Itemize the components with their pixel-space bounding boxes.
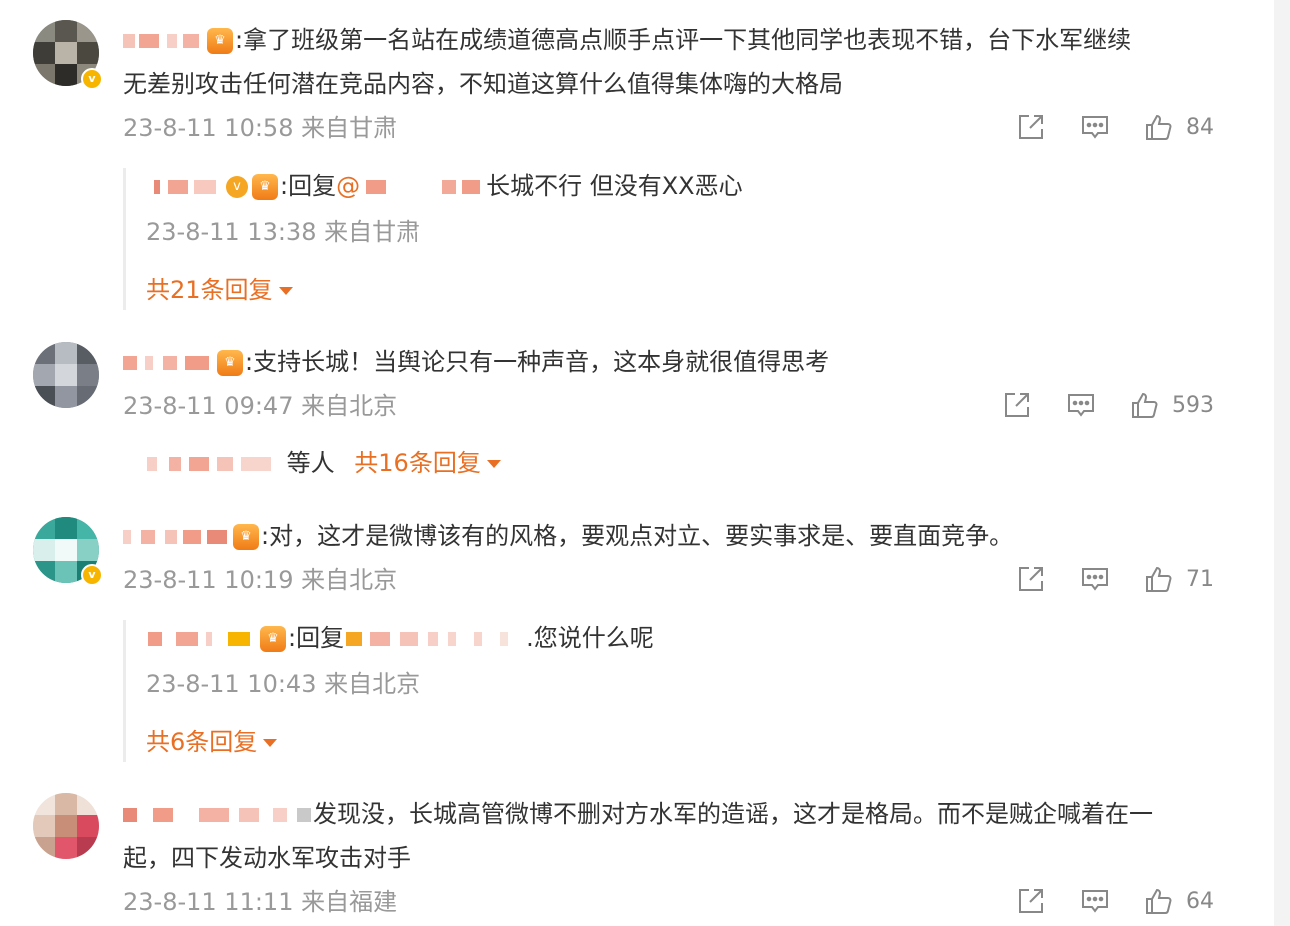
comment-body: ♛:拿了班级第一名站在成绩道德高点顺手点评一下其他同学也表现不错，台下水军继续 … xyxy=(123,18,1243,106)
reply-prefix: :回复 xyxy=(288,624,345,652)
comment-body: ♛:对，这才是微博该有的风格，要观点对立、要实事求是、要直面竞争。 xyxy=(123,514,1243,558)
vip-crown-icon: ♛ xyxy=(217,350,243,376)
comment-icon[interactable] xyxy=(1080,564,1110,594)
reply-text: 长城不行 但没有XX恶心 xyxy=(486,172,743,200)
vip-crown-icon: ♛ xyxy=(252,174,278,200)
avatar[interactable] xyxy=(33,793,99,859)
avatar[interactable] xyxy=(33,342,99,408)
vip-crown-icon: ♛ xyxy=(260,626,286,652)
comment-body: 发现没，长城高管微博不删对方水军的造谣，这才是格局。而不是贼企喊着在一 起，四下… xyxy=(123,792,1243,880)
vip-crown-icon: ♛ xyxy=(233,524,259,550)
username-blurred[interactable] xyxy=(147,453,279,475)
verified-badge-icon: v xyxy=(81,564,103,586)
username-blurred[interactable] xyxy=(146,176,220,198)
more-replies-label: 共21条回复 xyxy=(146,276,273,304)
like-icon[interactable] xyxy=(1144,112,1174,142)
comment-actions: 71 xyxy=(1016,564,1214,594)
like-icon[interactable] xyxy=(1144,564,1174,594)
verified-badge-icon: v xyxy=(226,176,248,198)
like-icon[interactable] xyxy=(1144,886,1174,916)
chevron-down-icon xyxy=(486,460,501,468)
chevron-down-icon xyxy=(263,739,278,747)
comment-actions: 84 xyxy=(1016,112,1214,142)
comment-meta: 23-8-11 09:47 来自北京 xyxy=(123,392,398,420)
mention-blurred[interactable] xyxy=(360,176,486,198)
comment-actions: 64 xyxy=(1016,886,1214,916)
reply-summary: 等人 共16条回复 xyxy=(147,448,501,478)
like-count: 593 xyxy=(1172,392,1214,418)
reply-prefix: :回复 xyxy=(280,172,337,200)
reply-line: ♛:回复 .您说什么呢 xyxy=(146,623,1233,653)
reply-meta: 23-8-11 10:43 来自北京 xyxy=(146,670,421,698)
mention-blurred[interactable] xyxy=(344,628,526,650)
more-replies-label: 共6条回复 xyxy=(146,728,258,756)
vip-crown-icon: ♛ xyxy=(207,28,233,54)
comment-text: :支持长城！当舆论只有一种声音，这本身就很值得思考 xyxy=(245,348,830,376)
username-blurred[interactable] xyxy=(123,30,203,52)
share-icon[interactable] xyxy=(1016,886,1046,916)
comment-icon[interactable] xyxy=(1080,886,1110,916)
more-replies-link[interactable]: 共6条回复 xyxy=(146,727,1233,757)
more-replies-label: 共16条回复 xyxy=(354,449,481,477)
reply-box: v ♛:回复@ 长城不行 但没有XX恶心 23-8-11 13:38 来自甘肃 共… xyxy=(123,168,1233,310)
share-icon[interactable] xyxy=(1002,390,1032,420)
summary-suffix: 等人 xyxy=(286,449,335,477)
comment-actions: 593 xyxy=(1002,390,1214,420)
reply-meta: 23-8-11 13:38 来自甘肃 xyxy=(146,218,421,246)
comment-body: ♛:支持长城！当舆论只有一种声音，这本身就很值得思考 xyxy=(123,340,1243,384)
comment-text: :拿了班级第一名站在成绩道德高点顺手点评一下其他同学也表现不错，台下水军继续 xyxy=(235,26,1132,54)
username-blurred[interactable] xyxy=(123,352,213,374)
reply-line: v ♛:回复@ 长城不行 但没有XX恶心 xyxy=(146,171,1233,201)
like-icon[interactable] xyxy=(1130,390,1160,420)
verified-badge-icon: v xyxy=(81,68,103,90)
comment-meta: 23-8-11 10:58 来自甘肃 xyxy=(123,114,398,142)
like-count: 84 xyxy=(1186,114,1214,140)
comment-text: :对，这才是微博该有的风格，要观点对立、要实事求是、要直面竞争。 xyxy=(261,522,1014,550)
share-icon[interactable] xyxy=(1016,564,1046,594)
chevron-down-icon xyxy=(278,287,293,295)
more-replies-link[interactable]: 共16条回复 xyxy=(354,449,501,477)
comment-icon[interactable] xyxy=(1080,112,1110,142)
comment-meta: 23-8-11 11:11 来自福建 xyxy=(123,888,398,916)
comment-text-cont: 无差别攻击任何潜在竞品内容，不知道这算什么值得集体嗨的大格局 xyxy=(123,70,843,98)
comment-text: 发现没，长城高管微博不删对方水军的造谣，这才是格局。而不是贼企喊着在一 xyxy=(313,800,1153,828)
comment-meta: 23-8-11 10:19 来自北京 xyxy=(123,566,398,594)
scrollbar-track[interactable] xyxy=(1274,0,1290,926)
comment-text-cont: 起，四下发动水军攻击对手 xyxy=(123,844,411,872)
username-blurred[interactable] xyxy=(146,628,256,650)
comment-icon[interactable] xyxy=(1066,390,1096,420)
share-icon[interactable] xyxy=(1016,112,1046,142)
reply-text: .您说什么呢 xyxy=(526,624,654,652)
username-blurred[interactable] xyxy=(123,804,313,826)
like-count: 71 xyxy=(1186,566,1214,592)
like-count: 64 xyxy=(1186,888,1214,914)
more-replies-link[interactable]: 共21条回复 xyxy=(146,275,1233,305)
mention-link[interactable]: @ xyxy=(336,172,360,200)
username-blurred[interactable] xyxy=(123,526,229,548)
reply-box: ♛:回复 .您说什么呢 23-8-11 10:43 来自北京 共6条回复 xyxy=(123,620,1233,762)
